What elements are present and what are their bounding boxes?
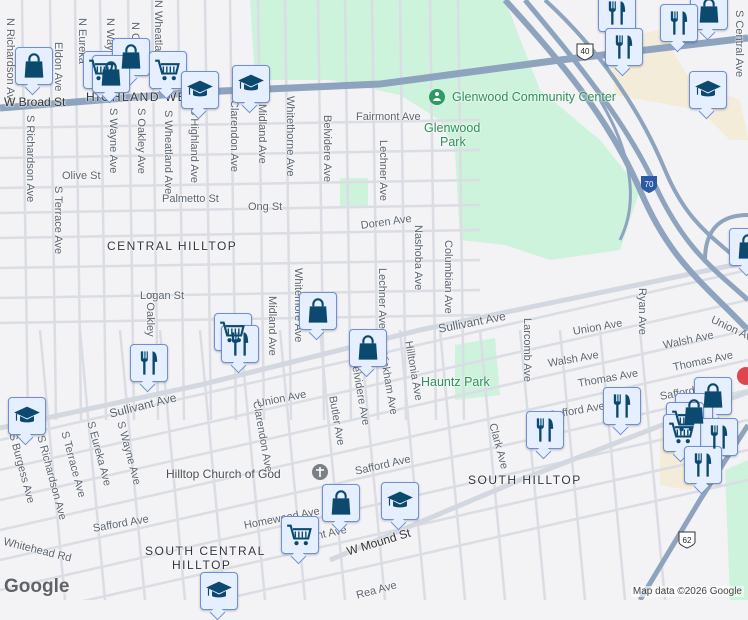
grocery-marker[interactable] — [663, 414, 701, 452]
street-label: Palmetto St — [162, 193, 219, 205]
street-label: Belvidere Ave — [321, 115, 333, 183]
fork-knife-icon — [531, 416, 559, 444]
school-marker[interactable] — [181, 71, 219, 109]
shopping-bag-icon — [734, 233, 748, 261]
street-label: Lechner Ave — [377, 140, 389, 201]
grocery-marker[interactable] — [149, 51, 187, 89]
shopping-marker[interactable] — [349, 329, 387, 367]
shopping-marker[interactable] — [299, 292, 337, 330]
street-label: S Central Ave — [733, 10, 745, 78]
place-label[interactable]: Hilltop Church of God — [166, 467, 281, 481]
restaurant-marker[interactable] — [130, 344, 168, 382]
district-label: CENTRAL HILLTOP — [107, 239, 238, 253]
street-label: Olive St — [62, 170, 101, 182]
restaurant-marker[interactable] — [526, 411, 564, 449]
graduation-cap-icon — [237, 70, 265, 98]
street-label: Lechner Ave — [376, 268, 388, 329]
fork-knife-icon — [665, 9, 693, 37]
shopping-bag-icon — [304, 297, 332, 325]
shopping-bag-icon — [327, 489, 355, 517]
street-label: S Wayne Ave — [107, 108, 119, 174]
map-attribution[interactable]: Map data ©2026 Google — [630, 586, 744, 597]
street-label: S Terrace Ave — [52, 186, 64, 255]
street-label: Ryan Ave — [636, 288, 648, 335]
street-label: S Wheatland Ave — [162, 110, 174, 195]
place-label[interactable]: Hauntz Park — [421, 375, 490, 389]
graduation-cap-icon — [694, 76, 722, 104]
restaurant-marker[interactable] — [221, 325, 259, 363]
restaurant-marker[interactable] — [603, 387, 641, 425]
street-label: Eldon Ave — [52, 42, 64, 92]
street-label: Midland Ave — [256, 104, 268, 164]
shopping-marker[interactable] — [729, 228, 748, 266]
fork-knife-icon — [608, 392, 636, 420]
google-logo[interactable]: Google — [4, 576, 69, 598]
shopping-marker[interactable] — [15, 47, 53, 85]
street-label: Ong St — [248, 201, 283, 213]
street-label: Clarendon Ave — [228, 100, 240, 172]
shopping-cart-icon — [154, 56, 182, 84]
graduation-cap-icon — [186, 76, 214, 104]
fork-knife-icon — [603, 0, 631, 27]
us-40-shield: 40 — [576, 43, 594, 61]
street-label: S Oakley Ave — [135, 108, 147, 174]
fork-knife-icon — [135, 349, 163, 377]
graduation-cap-icon — [205, 577, 233, 605]
fork-knife-icon — [226, 330, 254, 358]
restaurant-marker[interactable] — [684, 446, 722, 484]
street-label: Nashoba Ave — [412, 225, 424, 291]
street-label: Logan St — [140, 290, 185, 302]
street-label: Whitethorne Ave — [284, 96, 296, 177]
shopping-marker[interactable] — [322, 484, 360, 522]
fork-knife-icon — [705, 423, 733, 451]
svg-text:62: 62 — [683, 536, 692, 545]
place-label[interactable]: Park — [440, 135, 466, 149]
shopping-cart-icon — [668, 419, 696, 447]
graduation-cap-icon — [13, 402, 41, 430]
restaurant-marker[interactable] — [660, 4, 698, 42]
community-center-icon[interactable] — [429, 89, 445, 105]
street-label: Larcomb Ave — [521, 318, 533, 383]
street-label: Columbian Ave — [442, 240, 454, 314]
street-label: W Broad St — [4, 95, 66, 109]
street-label: Fairmont Ave — [356, 111, 421, 123]
school-marker[interactable] — [8, 397, 46, 435]
place-label[interactable]: Glenwood Community Center — [452, 90, 616, 104]
school-marker[interactable] — [232, 65, 270, 103]
grocery-marker[interactable] — [281, 516, 319, 554]
svg-text:40: 40 — [581, 47, 590, 56]
school-marker[interactable] — [381, 482, 419, 520]
us-62-shield: 62 — [678, 531, 696, 549]
street-label: S Richardson Ave — [24, 115, 36, 203]
district-label: SOUTH CENTRAL — [145, 544, 266, 558]
school-marker[interactable] — [689, 71, 727, 109]
street-label: Midland Ave — [266, 296, 278, 356]
shopping-bag-icon — [97, 60, 125, 88]
school-marker[interactable] — [200, 572, 238, 610]
shopping-marker[interactable] — [92, 55, 130, 93]
place-label[interactable]: Glenwood — [424, 121, 480, 135]
shopping-cart-icon — [286, 521, 314, 549]
fork-knife-icon — [689, 451, 717, 479]
shopping-bag-icon — [20, 52, 48, 80]
district-label: HILLTOP — [172, 558, 232, 572]
shopping-bag-icon — [354, 334, 382, 362]
district-label: SOUTH HILLTOP — [468, 473, 582, 487]
shopping-bag-icon — [695, 0, 723, 25]
restaurant-marker[interactable] — [605, 28, 643, 66]
svg-text:70: 70 — [645, 180, 654, 189]
graduation-cap-icon — [386, 487, 414, 515]
fork-knife-icon — [610, 33, 638, 61]
